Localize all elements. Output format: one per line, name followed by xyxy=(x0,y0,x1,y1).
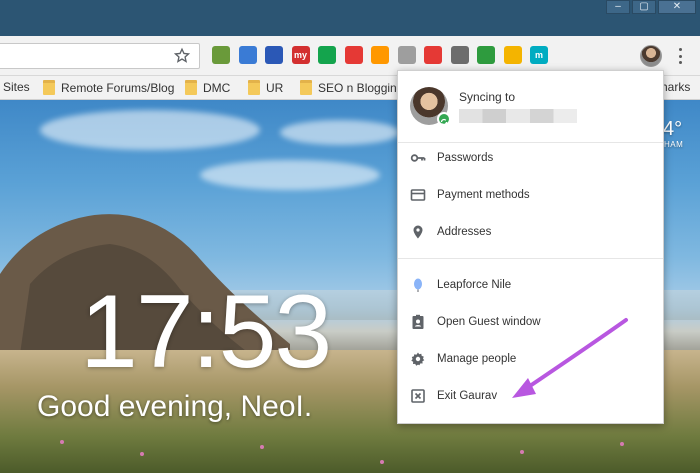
bookmark-label: harks xyxy=(661,80,691,94)
profile-avatar-button[interactable] xyxy=(640,45,662,67)
annotation-arrow xyxy=(512,318,628,398)
cloud xyxy=(280,120,400,145)
cloud xyxy=(200,160,380,190)
menu-item-label: Addresses xyxy=(437,226,492,238)
window-titlebar: – ▢ ✕ xyxy=(0,0,700,36)
folder-icon xyxy=(185,80,197,95)
menu-divider xyxy=(398,258,663,259)
maximize-button[interactable]: ▢ xyxy=(632,0,656,14)
address-bar[interactable] xyxy=(0,43,200,69)
minimize-button[interactable]: – xyxy=(606,0,630,14)
window-controls: – ▢ ✕ xyxy=(606,0,696,14)
menu-item-label: Payment methods xyxy=(437,189,530,201)
menu-item-addresses[interactable]: Addresses xyxy=(398,218,663,246)
bookmark-item[interactable]: harks xyxy=(661,80,690,94)
sync-icon xyxy=(437,112,451,126)
bookmark-label: Sites xyxy=(3,80,30,94)
ext-drive-icon[interactable] xyxy=(503,46,522,64)
ext-my-icon[interactable]: my xyxy=(291,46,310,64)
gear-icon xyxy=(411,352,425,366)
more-menu-icon[interactable] xyxy=(678,48,682,64)
bookmark-label: DMC xyxy=(203,80,231,95)
menu-item-passwords[interactable]: Passwords xyxy=(398,144,663,172)
bookmark-folder[interactable]: DMC xyxy=(185,80,230,95)
ext-grammarly-icon[interactable] xyxy=(318,46,336,64)
credit-card-icon xyxy=(410,189,426,201)
ext-green-d-icon[interactable] xyxy=(477,46,495,64)
newtab-clock: 17:53 xyxy=(80,274,332,390)
folder-icon xyxy=(248,80,260,95)
menu-item-label: Exit Gaurav xyxy=(437,390,498,402)
close-button[interactable]: ✕ xyxy=(658,0,696,14)
menu-item-label: Leapforce Nile xyxy=(437,279,512,291)
ext-colorful-icon[interactable] xyxy=(371,46,389,64)
folder-icon xyxy=(300,80,312,95)
ext-green-square-icon[interactable] xyxy=(212,46,230,64)
ext-diamond-icon[interactable] xyxy=(238,46,257,64)
bookmark-star-icon[interactable] xyxy=(173,47,191,65)
bookmark-folder[interactable]: UR xyxy=(248,80,283,95)
guest-badge-icon xyxy=(412,314,424,329)
menu-item-payment-methods[interactable]: Payment methods xyxy=(398,181,663,209)
sync-status-label: Syncing to xyxy=(459,90,516,104)
newtab-greeting: Good evening, NeoI. xyxy=(37,390,313,423)
ext-m-icon[interactable]: m xyxy=(530,46,548,64)
menu-divider xyxy=(398,142,663,143)
location-pin-icon xyxy=(413,225,423,239)
weather-city: HAM xyxy=(664,140,684,149)
ext-blue-box-icon[interactable] xyxy=(265,46,283,64)
bookmark-item[interactable]: Sites xyxy=(3,80,30,94)
menu-item-label: Passwords xyxy=(437,152,494,164)
ext-shield-red-icon[interactable] xyxy=(344,46,363,64)
key-icon xyxy=(410,154,426,162)
profile-balloon-icon xyxy=(414,278,422,292)
menu-item-leapforce-nile[interactable]: Leapforce Nile xyxy=(398,271,663,299)
bookmark-folder[interactable]: SEO n Blogging xyxy=(300,80,403,95)
cloud xyxy=(40,110,260,150)
sync-account-redacted xyxy=(459,109,577,123)
bookmark-folder[interactable]: Remote Forums/Blog xyxy=(43,80,174,95)
bookmark-label: UR xyxy=(266,80,284,95)
weather-temperature[interactable]: 4° xyxy=(663,118,682,141)
ext-gray-box-icon[interactable] xyxy=(450,46,469,64)
exit-icon xyxy=(411,389,425,403)
ext-gray-shield-icon[interactable] xyxy=(397,46,416,64)
bookmark-label: Remote Forums/Blog xyxy=(61,80,175,95)
bookmark-label: SEO n Blogging xyxy=(318,80,404,95)
folder-icon xyxy=(43,80,55,95)
ext-red-diag-icon[interactable] xyxy=(424,46,442,64)
